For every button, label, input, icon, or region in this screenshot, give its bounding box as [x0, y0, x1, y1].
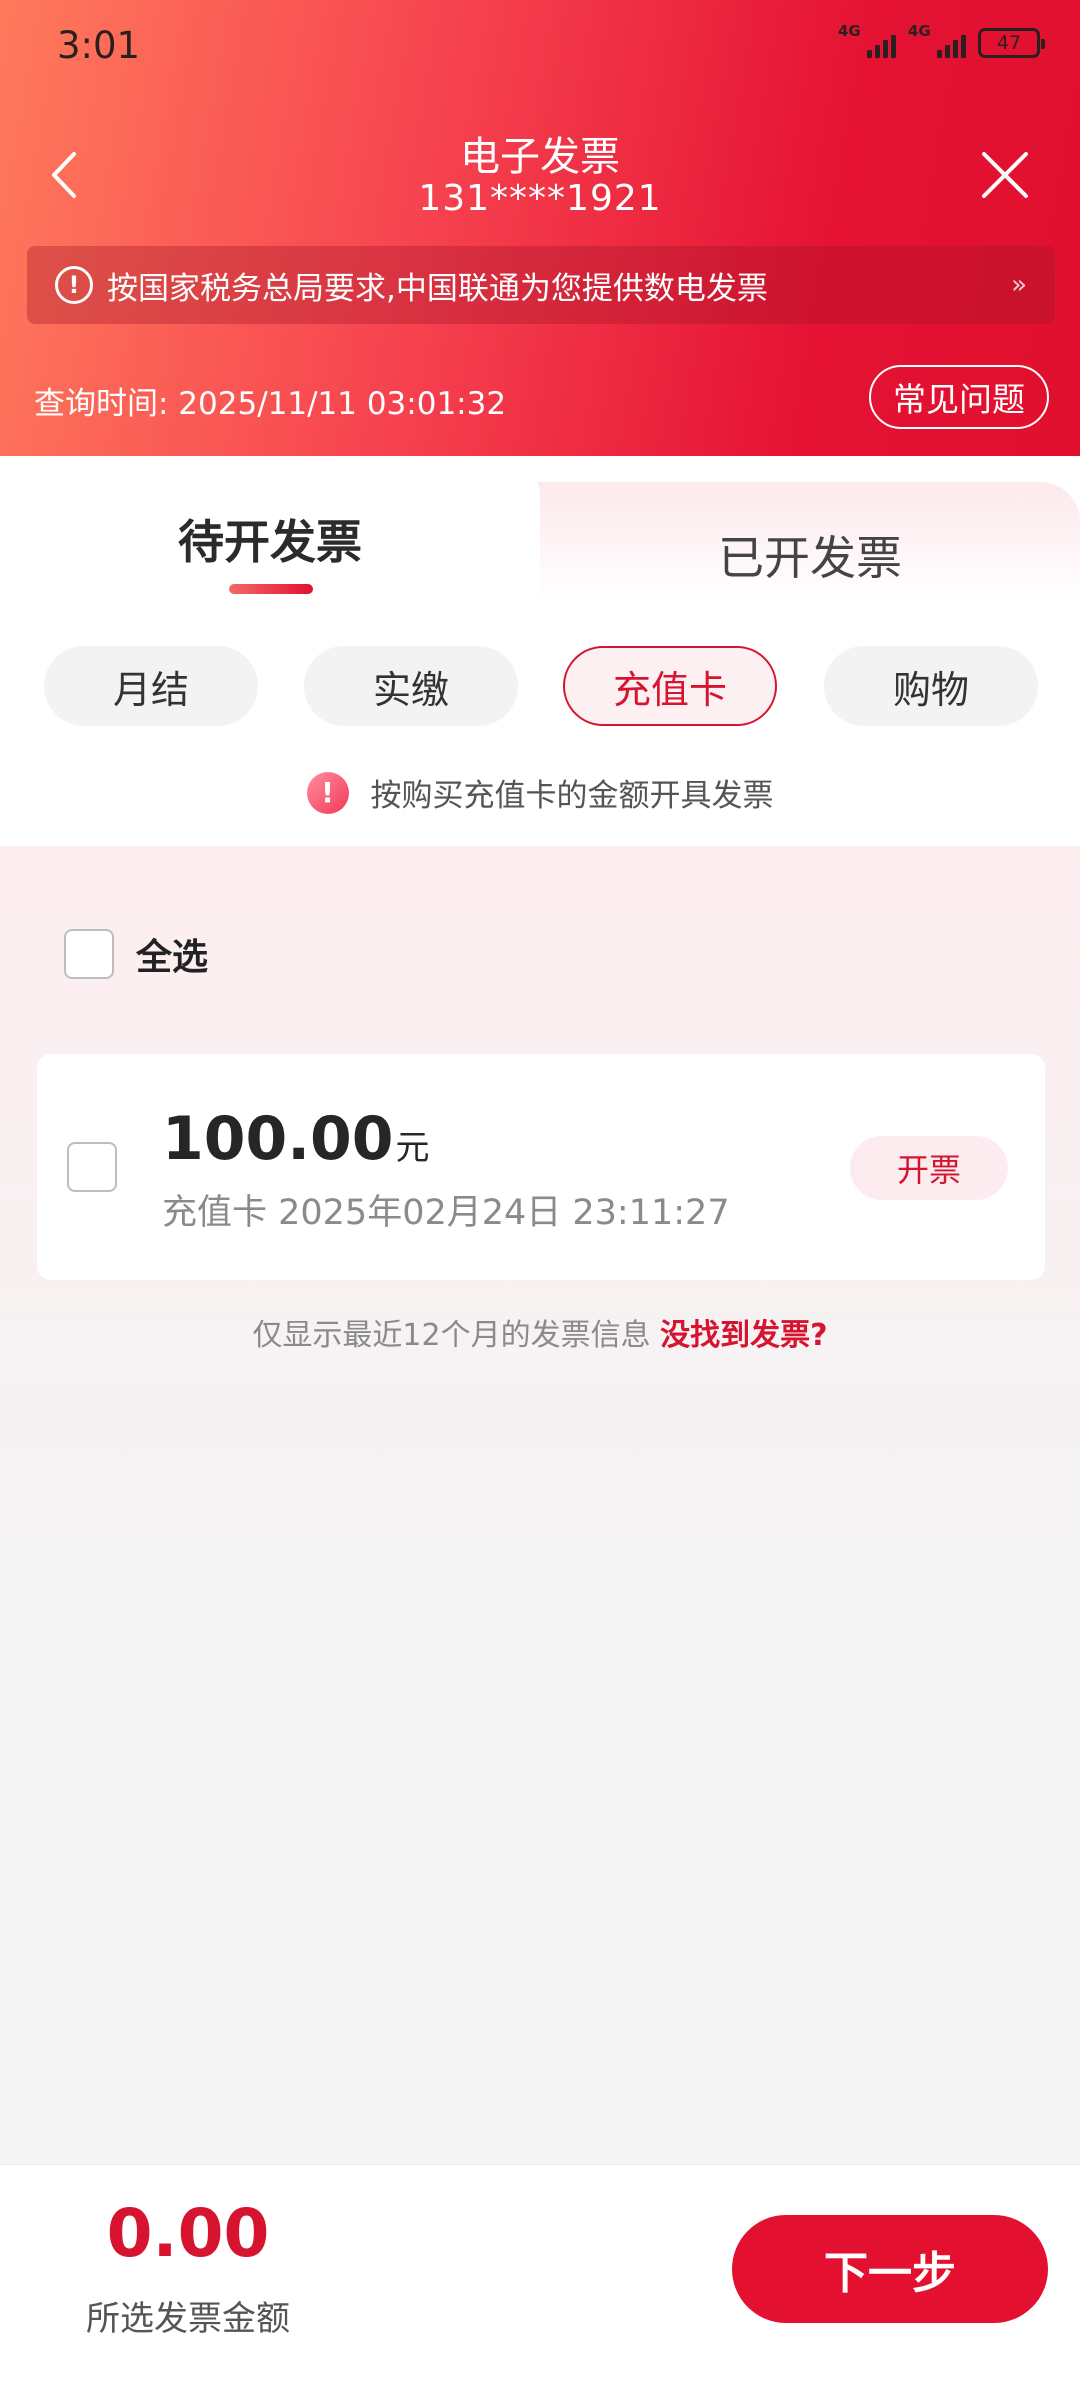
phone-number: 131****1921: [418, 178, 662, 219]
battery-icon: 47: [978, 28, 1045, 58]
invoice-amount: 100.00 元: [162, 1104, 430, 1174]
issue-invoice-button[interactable]: 开票: [850, 1136, 1008, 1200]
selected-total-value: 0.00: [106, 2195, 270, 2272]
faq-button[interactable]: 常见问题: [869, 365, 1049, 429]
invoice-type-filter: 月结 实缴 充值卡 购物: [0, 646, 1080, 726]
invoice-meta: 充值卡 2025年02月24日 23:11:27: [162, 1193, 730, 1233]
exclamation-icon: !: [306, 771, 349, 814]
status-icons: 4G 4G 47: [838, 22, 1045, 60]
select-all-label: 全选: [136, 937, 209, 978]
info-icon: !: [55, 266, 93, 304]
item-checkbox[interactable]: [67, 1142, 117, 1192]
chip-paid[interactable]: 实缴: [304, 646, 518, 726]
chip-shopping[interactable]: 购物: [824, 646, 1038, 726]
tab-issued-label[interactable]: 已开发票: [540, 522, 1080, 588]
amount-unit: 元: [395, 1128, 430, 1168]
invoice-not-found-link[interactable]: 没找到发票?: [660, 1318, 827, 1353]
tab-pending-label[interactable]: 待开发票: [0, 506, 540, 572]
chip-monthly[interactable]: 月结: [44, 646, 258, 726]
footer-note: 仅显示最近12个月的发票信息 没找到发票?: [0, 1310, 1080, 1354]
bottom-bar: 0.00 所选发票金额 下一步: [0, 2164, 1080, 2400]
select-all-checkbox[interactable]: [64, 929, 114, 979]
double-chevron-right-icon: »: [1011, 270, 1027, 300]
close-button[interactable]: [970, 140, 1040, 210]
footer-note-text: 仅显示最近12个月的发票信息: [252, 1318, 661, 1353]
invoice-list: [0, 846, 1080, 2166]
signal-icon: 4G: [908, 22, 966, 60]
page-title: 电子发票: [460, 134, 620, 180]
network-type-label: 4G: [838, 22, 861, 40]
next-step-button[interactable]: 下一步: [732, 2215, 1048, 2323]
notice-text: 按国家税务总局要求,中国联通为您提供数电发票: [107, 270, 768, 307]
status-time: 3:01: [57, 24, 141, 67]
query-time: 查询时间: 2025/11/11 03:01:32: [34, 386, 507, 422]
chip-recharge-card[interactable]: 充值卡: [563, 646, 777, 726]
status-bar: 3:01 4G 4G 47: [0, 0, 1080, 92]
selected-total-label: 所选发票金额: [86, 2299, 290, 2339]
close-icon: [982, 152, 1028, 198]
list-item[interactable]: 100.00 元 充值卡 2025年02月24日 23:11:27 开票: [37, 1054, 1045, 1280]
hint-text: 按购买充值卡的金额开具发票: [370, 778, 774, 814]
signal-icon: 4G: [838, 22, 896, 60]
amount-value: 100.00: [162, 1104, 394, 1174]
header: 3:01 4G 4G 47 电子发票 131****1921 ! 按国家税务总局…: [0, 0, 1080, 500]
active-tab-indicator: [229, 584, 313, 594]
network-type-label: 4G: [908, 22, 931, 40]
notice-banner[interactable]: ! 按国家税务总局要求,中国联通为您提供数电发票 »: [27, 246, 1055, 324]
filter-hint: ! 按购买充值卡的金额开具发票: [0, 770, 1080, 815]
select-all[interactable]: 全选: [64, 928, 208, 980]
battery-level: 47: [996, 32, 1022, 54]
